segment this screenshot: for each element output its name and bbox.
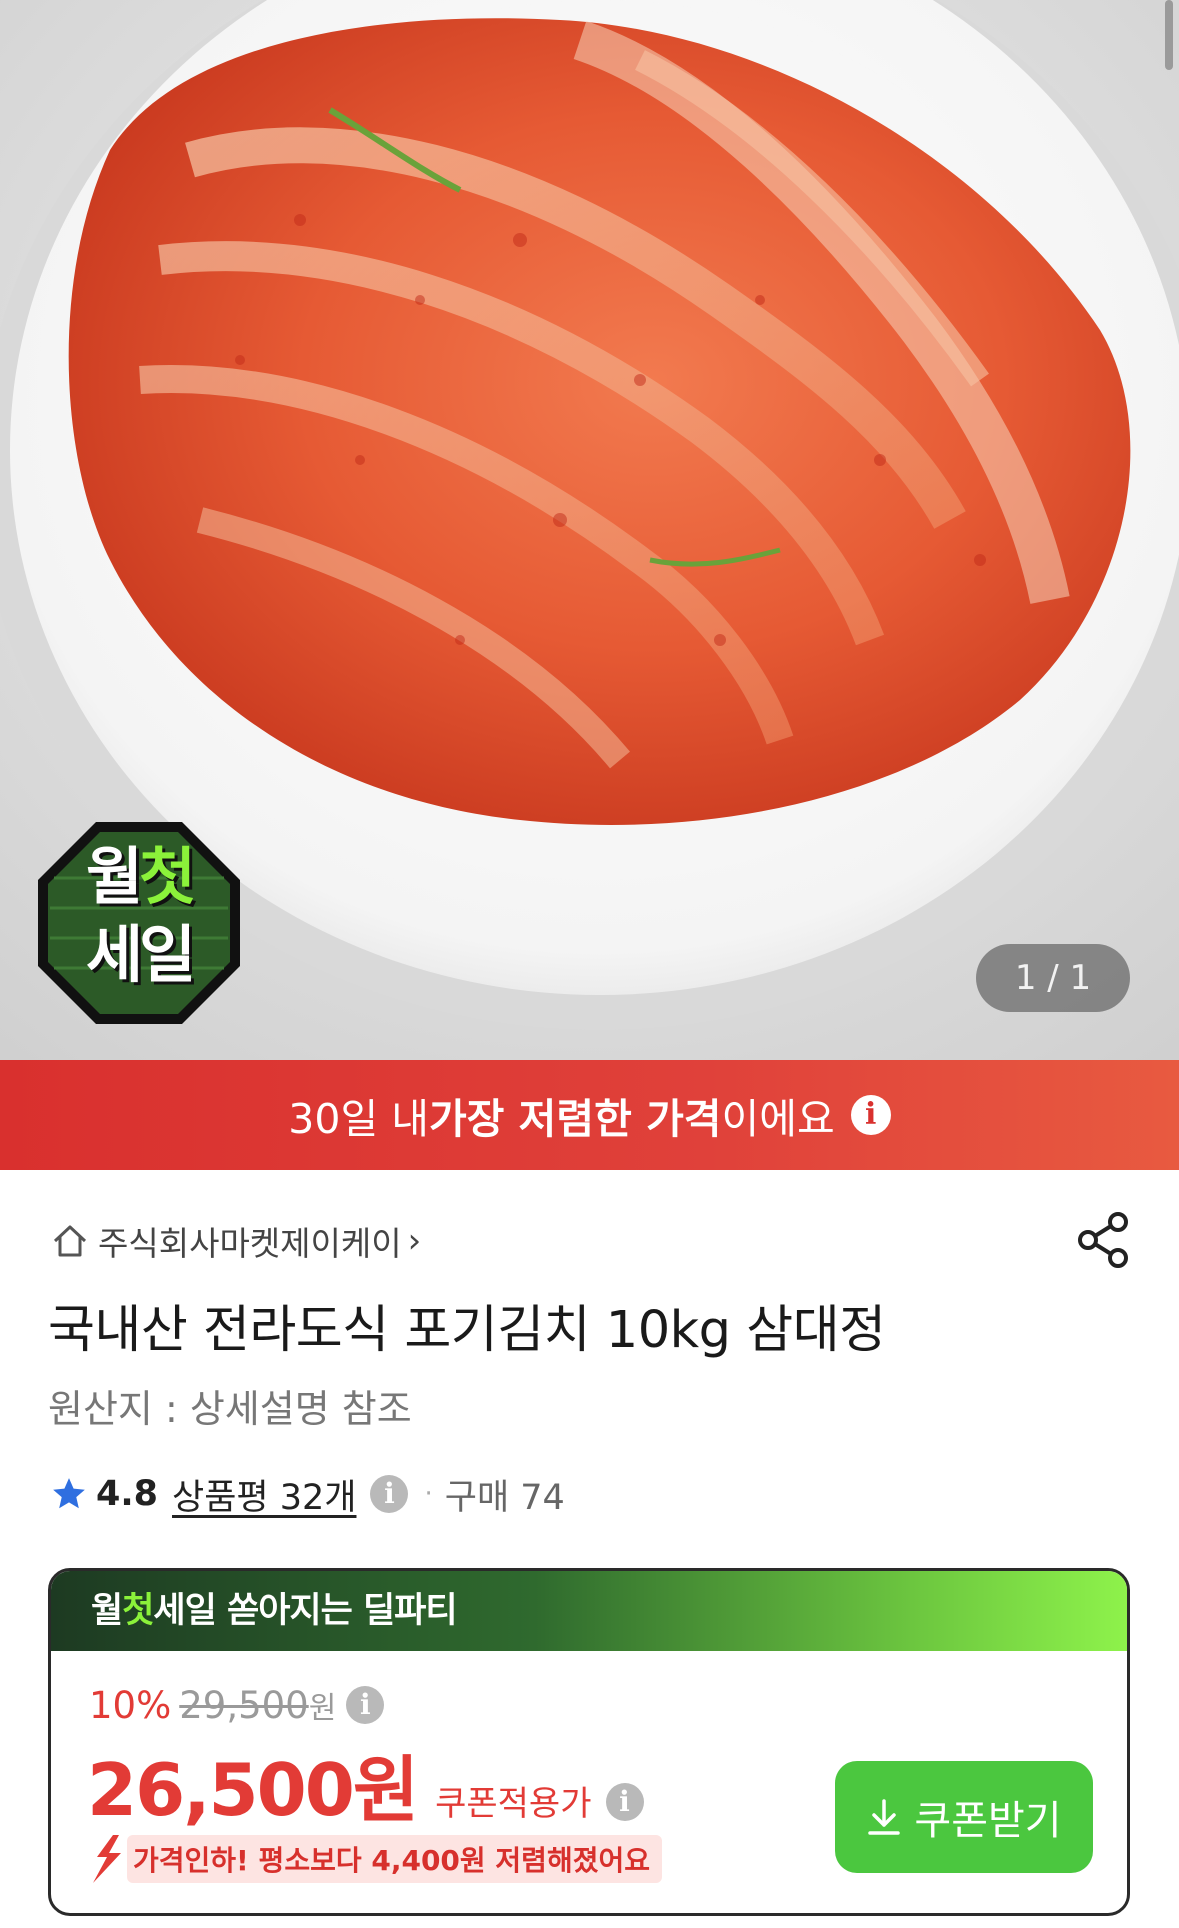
month-first-sale-badge: 월첫 세일 (34, 818, 244, 1028)
info-icon[interactable]: i (346, 1686, 385, 1724)
discount-percent: 10% (89, 1683, 172, 1727)
coupon-price-label: 쿠폰적용가 (435, 1784, 592, 1824)
deal-header: 월첫세일 쏟아지는 딜파티 (51, 1571, 1127, 1651)
chevron-right-icon: › (407, 1221, 422, 1261)
original-price-unit: 원 (308, 1691, 337, 1726)
final-price-row: 26,500원 쿠폰적용가 i (87, 1731, 644, 1836)
price-drop-text: 가격인하! 평소보다 4,400원 저렴해졌어요 (127, 1835, 662, 1883)
lowest-price-banner: 30일 내 가장 저렴한 가격 이에요 i (0, 1060, 1179, 1170)
deal-box: 월첫세일 쏟아지는 딜파티 10% 29,500 원 i 26,500원 쿠폰적… (48, 1568, 1130, 1916)
origin-info: 원산지 : 상세설명 참조 (48, 1387, 412, 1431)
purchase-count: 구매 74 (444, 1477, 565, 1518)
price-drop-notice: 가격인하! 평소보다 4,400원 저렴해졌어요 (87, 1833, 662, 1885)
original-price: 29,500 (179, 1683, 309, 1727)
star-icon (53, 1478, 85, 1509)
price-down-arrow-icon (93, 1835, 121, 1883)
download-icon (868, 1799, 901, 1835)
get-coupon-button[interactable]: 쿠폰받기 (835, 1761, 1093, 1873)
banner-prefix: 30일 내 (288, 1095, 429, 1143)
image-pager: 1 / 1 (976, 944, 1130, 1012)
info-icon[interactable]: i (605, 1783, 644, 1821)
scrollbar[interactable] (1165, 0, 1173, 70)
banner-suffix: 이에요 (721, 1095, 835, 1143)
share-icon[interactable] (1076, 1210, 1132, 1270)
product-image[interactable]: 월첫 세일 1 / 1 (0, 0, 1179, 1060)
seller-link[interactable]: 주식회사마켓제이케이 › (50, 1216, 421, 1266)
rating-row: 4.8 상품평 32개 i · 구매 74 (50, 1466, 565, 1522)
info-icon[interactable]: i (370, 1475, 409, 1513)
product-title: 국내산 전라도식 포기김치 10kg 삼대정 (48, 1301, 886, 1360)
rating-score: 4.8 (96, 1474, 159, 1514)
final-price: 26,500원 (87, 1748, 419, 1832)
banner-highlight: 가장 저렴한 가격 (428, 1095, 722, 1143)
review-count-link[interactable]: 상품평 32개 (172, 1469, 356, 1520)
discount-row: 10% 29,500 원 i (89, 1683, 385, 1727)
separator-dot: · (424, 1479, 433, 1509)
info-icon[interactable]: i (850, 1095, 891, 1135)
home-icon (53, 1225, 87, 1257)
seller-name: 주식회사마켓제이케이 (98, 1224, 402, 1263)
coupon-button-label: 쿠폰받기 (914, 1798, 1062, 1844)
